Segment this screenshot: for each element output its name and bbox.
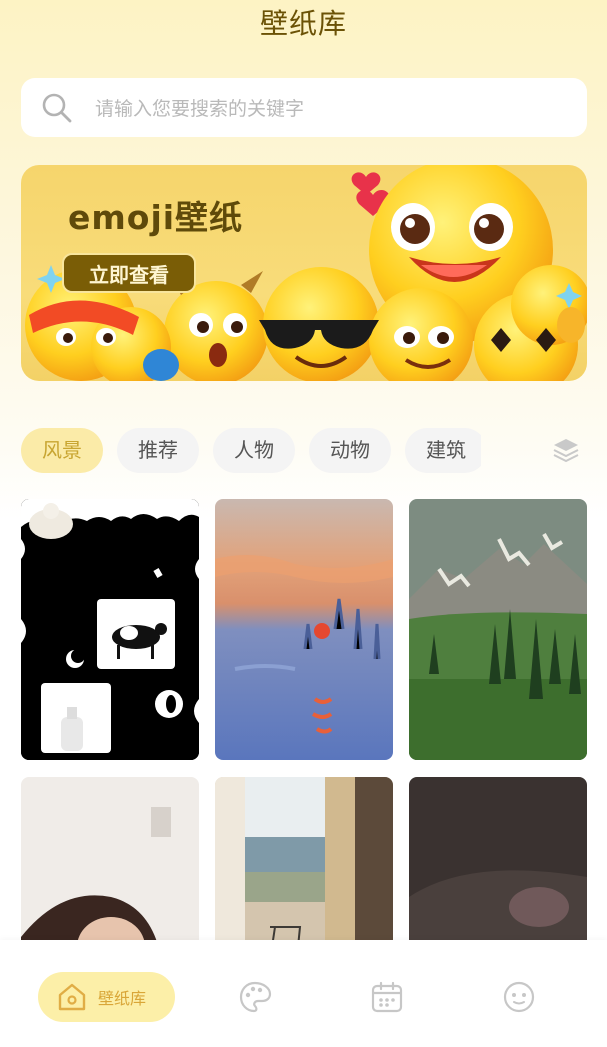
home-icon (58, 983, 86, 1011)
category-tabs: 风景 推荐 人物 动物 建筑 (21, 428, 481, 474)
view-now-button[interactable]: 立即查看 (62, 253, 196, 293)
sunrise-painting-image (215, 499, 393, 760)
banner-title: emoji壁纸 (68, 198, 244, 237)
tab-people[interactable]: 人物 (213, 428, 295, 473)
mountain-image (409, 499, 587, 760)
emoji-banner[interactable]: emoji壁纸 立即查看 (21, 165, 587, 381)
tab-scenery[interactable]: 风景 (21, 428, 103, 473)
nav-home-label: 壁纸库 (98, 989, 147, 1008)
search-bar[interactable]: 请输入您要搜索的关键字 (21, 78, 587, 137)
wallpaper-tile[interactable] (215, 499, 393, 760)
smiley-icon[interactable] (502, 980, 536, 1014)
wallpaper-tile[interactable] (21, 499, 199, 760)
layers-icon[interactable] (552, 436, 580, 464)
calendar-icon[interactable] (370, 980, 404, 1014)
tab-recommended[interactable]: 推荐 (117, 428, 199, 473)
palette-icon[interactable] (238, 980, 272, 1014)
search-input[interactable]: 请输入您要搜索的关键字 (95, 94, 304, 121)
tab-animals[interactable]: 动物 (309, 428, 391, 473)
page-title: 壁纸库 (259, 7, 347, 40)
wallpaper-tile[interactable] (409, 499, 587, 760)
tab-architecture[interactable]: 建筑 (405, 428, 481, 473)
nav-wallpaper-library[interactable]: 壁纸库 (38, 972, 175, 1022)
cow-poster-image (21, 499, 199, 760)
bottom-tab-bar: 壁纸库 (0, 940, 607, 1047)
search-icon (42, 93, 72, 122)
